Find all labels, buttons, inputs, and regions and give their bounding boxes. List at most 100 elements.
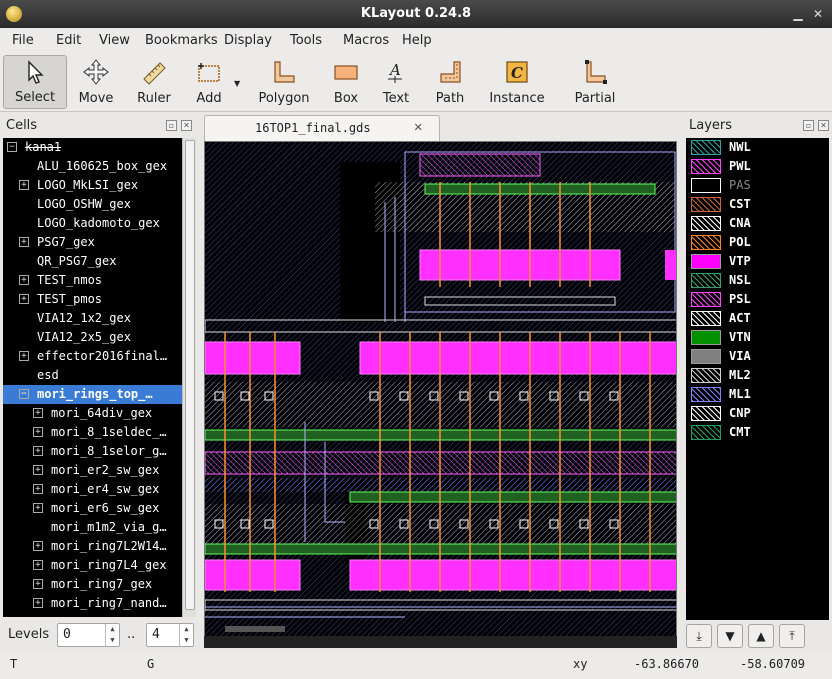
- cells-scrollbar-thumb[interactable]: [185, 140, 195, 610]
- menu-help[interactable]: Help: [402, 33, 432, 48]
- levels-from-spinbox[interactable]: 0 ▲ ▼: [57, 623, 120, 647]
- minimize-icon[interactable]: ▁: [790, 6, 806, 22]
- layer-item[interactable]: POL: [686, 233, 829, 252]
- layers-list[interactable]: NWL PWL PAS CST CNA POL VTP NSL PSL ACT VTN VIA ML2 M…: [686, 138, 829, 620]
- close-tab-icon[interactable]: ✕: [414, 119, 422, 135]
- close-panel-icon[interactable]: ✕: [818, 120, 829, 131]
- layer-item[interactable]: NWL: [686, 138, 829, 157]
- layer-item[interactable]: CNP: [686, 404, 829, 423]
- expand-icon[interactable]: +: [19, 294, 29, 304]
- spin-arrows-icon[interactable]: ▲ ▼: [179, 624, 193, 646]
- expand-icon[interactable]: +: [33, 484, 43, 494]
- layer-item[interactable]: ML2: [686, 366, 829, 385]
- layer-item[interactable]: CMT: [686, 423, 829, 442]
- cell-tree-item[interactable]: + mori_ring7_gex: [3, 575, 183, 594]
- menu-tools[interactable]: Tools: [290, 33, 322, 48]
- float-panel-icon[interactable]: ▫: [803, 120, 814, 131]
- cell-tree-item[interactable]: + mori_er6_sw_gex: [3, 499, 183, 518]
- expand-icon[interactable]: +: [33, 560, 43, 570]
- add-tool-button[interactable]: Add: [186, 55, 232, 109]
- expand-icon[interactable]: +: [19, 180, 29, 190]
- expand-icon[interactable]: +: [33, 579, 43, 589]
- cell-tree-item[interactable]: + TEST_pmos: [3, 290, 183, 309]
- expand-icon[interactable]: +: [33, 503, 43, 513]
- polygon-tool-button[interactable]: Polygon: [254, 55, 314, 109]
- expand-icon[interactable]: +: [33, 465, 43, 475]
- cell-tree-item[interactable]: ALU_160625_box_gex: [3, 157, 183, 176]
- expand-icon[interactable]: +: [33, 598, 43, 608]
- select-tool-button[interactable]: Select: [3, 55, 67, 109]
- expand-icon[interactable]: +: [33, 541, 43, 551]
- path-tool-button[interactable]: Path: [430, 55, 470, 109]
- menu-file[interactable]: File: [12, 33, 34, 48]
- expand-icon[interactable]: +: [33, 408, 43, 418]
- cell-tree-item[interactable]: LOGO_kadomoto_gex: [3, 214, 183, 233]
- spin-arrows-icon[interactable]: ▲ ▼: [105, 624, 119, 646]
- partial-tool-button[interactable]: Partial: [566, 55, 624, 109]
- box-tool-button[interactable]: Box: [324, 55, 368, 109]
- menu-edit[interactable]: Edit: [56, 33, 81, 48]
- menu-view[interactable]: View: [99, 33, 130, 48]
- move-up-icon[interactable]: ▲: [748, 624, 774, 648]
- expand-icon[interactable]: +: [33, 446, 43, 456]
- cell-tree-item[interactable]: + TEST_nmos: [3, 271, 183, 290]
- layer-item[interactable]: NSL: [686, 271, 829, 290]
- cell-tree-item[interactable]: QR_PSG7_gex: [3, 252, 183, 271]
- layer-item[interactable]: ML1: [686, 385, 829, 404]
- layer-item[interactable]: CST: [686, 195, 829, 214]
- layer-item[interactable]: PAS: [686, 176, 829, 195]
- ruler-tool-button[interactable]: Ruler: [130, 55, 178, 109]
- add-dropdown-button[interactable]: ▼: [232, 55, 244, 109]
- collapse-icon[interactable]: −: [7, 142, 17, 152]
- cell-tree-item[interactable]: + mori_8_1selor_g…: [3, 442, 183, 461]
- cells-tree[interactable]: − kana1 ALU_160625_box_gex + LOGO_MkLSI_gex L…: [3, 138, 196, 617]
- cell-tree-item[interactable]: + effector2016final…: [3, 347, 183, 366]
- close-panel-icon[interactable]: ✕: [181, 120, 192, 131]
- move-to-top-icon[interactable]: ⤒: [779, 624, 805, 648]
- tab-16top1-final[interactable]: 16TOP1_final.gds ✕: [204, 115, 440, 141]
- layer-item[interactable]: CNA: [686, 214, 829, 233]
- move-tool-button[interactable]: Move: [72, 55, 120, 109]
- expand-icon[interactable]: +: [19, 275, 29, 285]
- text-tool-button[interactable]: A Text: [376, 55, 416, 109]
- layout-drawing[interactable]: [205, 142, 677, 637]
- layer-item[interactable]: ACT: [686, 309, 829, 328]
- cell-tree-item[interactable]: + mori_ring7L2W14…: [3, 537, 183, 556]
- cell-tree-item[interactable]: + LOGO_MkLSI_gex: [3, 176, 183, 195]
- expand-icon[interactable]: +: [19, 237, 29, 247]
- cell-tree-item[interactable]: − kana1: [3, 138, 183, 157]
- cell-tree-item[interactable]: − mori_rings_top_…: [3, 385, 183, 404]
- layer-item[interactable]: PSL: [686, 290, 829, 309]
- cell-tree-item[interactable]: esd: [3, 366, 183, 385]
- layout-canvas[interactable]: [204, 141, 677, 637]
- cell-tree-item[interactable]: mori_m1m2_via_g…: [3, 518, 183, 537]
- cell-tree-item[interactable]: + mori_ring7L4_gex: [3, 556, 183, 575]
- layer-item[interactable]: VIA: [686, 347, 829, 366]
- cells-scrollbar[interactable]: [182, 138, 196, 617]
- layer-item[interactable]: VTP: [686, 252, 829, 271]
- cell-tree-item[interactable]: + mori_8_1seldec_…: [3, 423, 183, 442]
- layout-hscrollbar[interactable]: [204, 636, 677, 648]
- layer-item[interactable]: PWL: [686, 157, 829, 176]
- layer-item[interactable]: VTN: [686, 328, 829, 347]
- cell-tree-item[interactable]: + mori_ring7_nand…: [3, 594, 183, 613]
- expand-icon[interactable]: +: [19, 351, 29, 361]
- cell-tree-item[interactable]: VIA12_1x2_gex: [3, 309, 183, 328]
- cell-tree-item[interactable]: + mori_64div_gex: [3, 404, 183, 423]
- expand-icon[interactable]: +: [33, 427, 43, 437]
- cell-tree-item[interactable]: + mori_er4_sw_gex: [3, 480, 183, 499]
- collapse-icon[interactable]: −: [19, 389, 29, 399]
- move-down-icon[interactable]: ▼: [717, 624, 743, 648]
- menu-bookmarks[interactable]: Bookmarks: [145, 33, 218, 48]
- instance-tool-button[interactable]: C Instance: [486, 55, 548, 109]
- menu-display[interactable]: Display: [224, 33, 272, 48]
- levels-to-spinbox[interactable]: 4 ▲ ▼: [146, 623, 194, 647]
- menu-macros[interactable]: Macros: [343, 33, 389, 48]
- cell-tree-item[interactable]: + mori_er2_sw_gex: [3, 461, 183, 480]
- cell-tree-item[interactable]: LOGO_OSHW_gex: [3, 195, 183, 214]
- close-icon[interactable]: ✕: [810, 6, 826, 22]
- cell-tree-item[interactable]: VIA12_2x5_gex: [3, 328, 183, 347]
- cell-tree-item[interactable]: + PSG7_gex: [3, 233, 183, 252]
- move-to-bottom-icon[interactable]: ⤓: [686, 624, 712, 648]
- float-panel-icon[interactable]: ▫: [166, 120, 177, 131]
